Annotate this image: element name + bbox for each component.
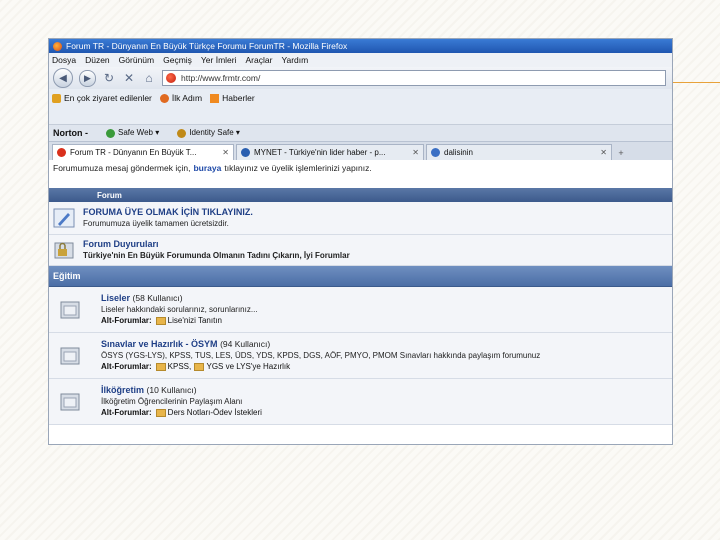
bookmark-star-icon — [52, 94, 61, 104]
announcements-desc: Türkiye'nin En Büyük Forumunda Olmanın T… — [83, 251, 350, 260]
site-favicon-icon — [166, 73, 176, 83]
toolbar-gap — [49, 107, 672, 124]
firefox-icon — [53, 41, 62, 51]
alt-forums-label: Alt-Forumlar: — [101, 316, 152, 325]
forum-row: Liseler (58 Kullanıcı) Liseler hakkındak… — [49, 287, 672, 333]
bookmark-most-visited[interactable]: En çok ziyaret edilenler — [52, 93, 152, 104]
rss-icon — [210, 94, 220, 104]
forum-column-header: Forum — [49, 188, 672, 202]
new-tab-icon[interactable]: + — [614, 145, 628, 160]
subforum-link[interactable]: Lise'nizi Tanıtın — [168, 316, 222, 325]
navigation-bar: ◀ ▶ ↻ ✕ ⌂ http://www.frmtr.com/ — [49, 67, 672, 89]
menu-history[interactable]: Geçmiş — [163, 55, 192, 65]
subforum-link[interactable]: Ders Notları-Ödev İstekleri — [168, 408, 262, 417]
norton-toolbar: Norton - Safe Web ▾ Identity Safe ▾ — [49, 124, 672, 141]
bookmark-getting-started[interactable]: İlk Adım — [159, 93, 202, 104]
tab-close-icon[interactable]: ✕ — [406, 148, 419, 157]
subforum-link[interactable]: KPSS, — [168, 362, 192, 371]
back-icon[interactable]: ◀ — [53, 68, 73, 88]
forum-desc: ÖSYS (YGS-LYS), KPSS, TUS, LES, ÜDS, YDS… — [101, 351, 541, 360]
subfolder-icon — [155, 362, 166, 371]
forum-row: Sınavlar ve Hazırlık - ÖSYM (94 Kullanıc… — [49, 333, 672, 379]
register-title[interactable]: FORUMA ÜYE OLMAK İÇİN TIKLAYINIZ. — [83, 207, 253, 218]
menu-view[interactable]: Görünüm — [119, 55, 154, 65]
tab-close-icon[interactable]: ✕ — [216, 148, 229, 157]
announcements-title[interactable]: Forum Duyuruları — [83, 239, 350, 250]
tab-bar: Forum TR - Dünyanın En Büyük T... ✕ MYNET… — [49, 141, 672, 160]
register-desc: Forumumuza üyelik tamamen ücretsizdir. — [83, 219, 229, 228]
accent-line — [672, 82, 720, 83]
lock-icon — [177, 128, 187, 138]
tab-dalisinin[interactable]: dalisinin ✕ — [426, 144, 612, 160]
tab-favicon-icon — [241, 148, 250, 157]
address-text: http://www.frmtr.com/ — [181, 73, 261, 83]
forum-title[interactable]: Liseler — [101, 293, 130, 303]
menu-help[interactable]: Yardım — [281, 55, 308, 65]
forum-desc: İlköğretim Öğrencilerinin Paylaşım Alanı — [101, 397, 243, 406]
alt-forums-label: Alt-Forumlar: — [101, 408, 152, 417]
forward-icon[interactable]: ▶ — [79, 69, 96, 87]
home-icon[interactable]: ⌂ — [142, 71, 156, 85]
tab-favicon-icon — [431, 148, 440, 157]
tab-forumtr[interactable]: Forum TR - Dünyanın En Büyük T... ✕ — [52, 144, 234, 160]
tab-close-icon[interactable]: ✕ — [594, 148, 607, 157]
window-title: Forum TR - Dünyanın En Büyük Türkçe Foru… — [66, 41, 348, 51]
menu-edit[interactable]: Düzen — [85, 55, 110, 65]
bookmark-news[interactable]: Haberler — [210, 93, 255, 104]
forum-title[interactable]: Sınavlar ve Hazırlık - ÖSYM — [101, 339, 218, 349]
subfolder-icon — [155, 316, 166, 325]
subfolder-icon — [155, 408, 166, 417]
reload-icon[interactable]: ↻ — [102, 71, 116, 85]
forum-row: İlköğretim (10 Kullanıcı) İlköğretim Öğr… — [49, 379, 672, 425]
address-bar[interactable]: http://www.frmtr.com/ — [162, 70, 666, 86]
forum-folder-icon — [60, 393, 80, 410]
pencil-icon — [53, 208, 75, 228]
check-icon — [106, 128, 115, 138]
user-count: (10 Kullanıcı) — [146, 385, 197, 395]
register-notice: Forumumuza mesaj göndermek için, buraya … — [49, 160, 672, 176]
announcements-row: Forum Duyuruları Türkiye'nin En Büyük Fo… — [49, 235, 672, 266]
browser-screenshot: Forum TR - Dünyanın En Büyük Türkçe Foru… — [48, 38, 673, 445]
locked-folder-icon — [54, 242, 74, 259]
norton-safeweb[interactable]: Safe Web ▾ — [106, 128, 159, 138]
menu-tools[interactable]: Araçlar — [246, 55, 273, 65]
tab-mynet[interactable]: MYNET - Türkiye'nin lider haber - p... ✕ — [236, 144, 424, 160]
firefox-small-icon — [159, 94, 169, 104]
window-titlebar: Forum TR - Dünyanın En Büyük Türkçe Foru… — [49, 39, 672, 53]
register-row: FORUMA ÜYE OLMAK İÇİN TIKLAYINIZ. Forumu… — [49, 202, 672, 235]
spacer — [49, 176, 672, 188]
menu-bookmarks[interactable]: Yer İmleri — [201, 55, 237, 65]
user-count: (94 Kullanıcı) — [220, 339, 271, 349]
bookmarks-toolbar: En çok ziyaret edilenler İlk Adım Haberl… — [49, 89, 672, 107]
subforum-link[interactable]: YGS ve LYS'ye Hazırlık — [206, 362, 290, 371]
forum-title[interactable]: İlköğretim — [101, 385, 144, 395]
category-header[interactable]: Eğitim — [49, 266, 672, 287]
tab-favicon-icon — [57, 148, 66, 157]
forum-folder-icon — [60, 347, 80, 364]
subfolder-icon — [194, 362, 205, 371]
alt-forums-label: Alt-Forumlar: — [101, 362, 152, 371]
forum-desc: Liseler hakkındaki sorularınız, sorunlar… — [101, 305, 258, 314]
menu-file[interactable]: Dosya — [52, 55, 76, 65]
forum-folder-icon — [60, 301, 80, 318]
user-count: (58 Kullanıcı) — [132, 293, 183, 303]
stop-icon[interactable]: ✕ — [122, 71, 136, 85]
menu-bar: Dosya Düzen Görünüm Geçmiş Yer İmleri Ar… — [49, 53, 672, 67]
norton-brand[interactable]: Norton - — [53, 128, 88, 138]
norton-identity[interactable]: Identity Safe ▾ — [177, 128, 240, 138]
register-link[interactable]: buraya — [190, 163, 224, 173]
